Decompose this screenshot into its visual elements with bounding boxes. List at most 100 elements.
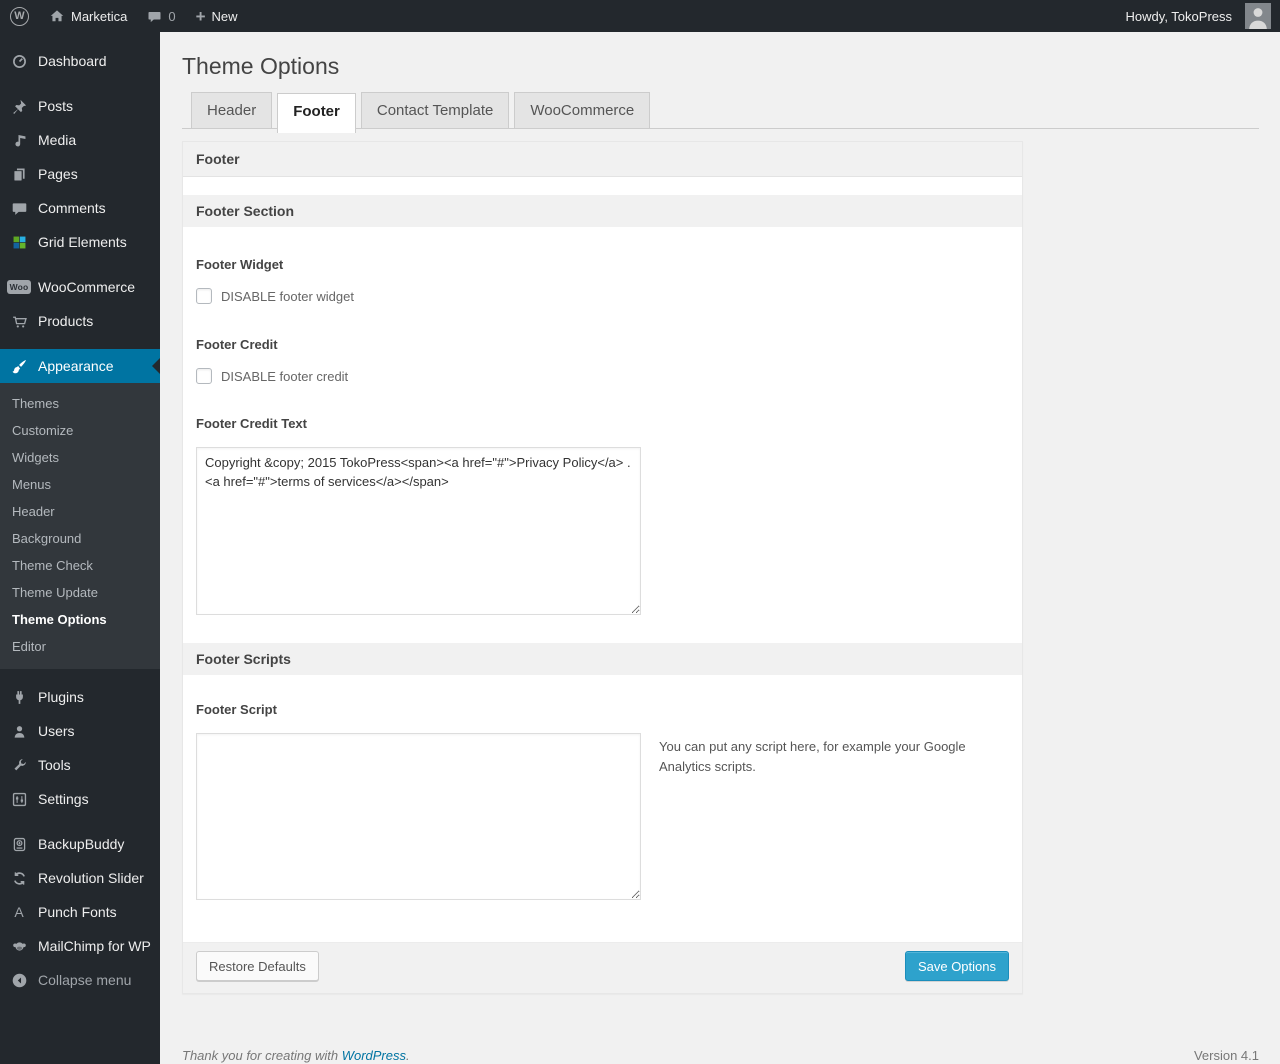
sidebar-item-label: Punch Fonts	[38, 904, 117, 920]
version-label: Version 4.1	[1193, 1048, 1259, 1063]
submenu-item-header[interactable]: Header	[0, 498, 160, 525]
sidebar-item-tools[interactable]: Tools	[0, 748, 160, 782]
sidebar-item-label: BackupBuddy	[38, 836, 125, 852]
mailchimp-icon	[0, 938, 38, 955]
new-content-menu[interactable]: + New	[186, 0, 248, 32]
thanks-suffix: .	[406, 1048, 410, 1063]
sidebar-item-label: Posts	[38, 98, 74, 114]
footer-credit-label: Footer Credit	[196, 337, 278, 352]
submenu-item-widgets[interactable]: Widgets	[0, 444, 160, 471]
submenu-item-editor[interactable]: Editor	[0, 633, 160, 660]
dashboard-icon	[0, 53, 38, 70]
footer-script-row: You can put any script here, for example…	[196, 733, 1009, 900]
sidebar-item-dashboard[interactable]: Dashboard	[0, 44, 160, 78]
woocommerce-icon: Woo	[0, 279, 38, 295]
admin-bar-right: Howdy, TokoPress	[1116, 0, 1280, 32]
footer-thanks: Thank you for creating with WordPress.	[182, 1048, 410, 1063]
panel-body: Footer Widget DISABLE footer widget Foot…	[183, 257, 1022, 942]
sidebar-item-backupbuddy[interactable]: BackupBuddy	[0, 827, 160, 861]
sidebar-item-label: WooCommerce	[38, 279, 135, 295]
footer-credit-text-textarea[interactable]: Copyright &copy; 2015 TokoPress<span><a …	[196, 447, 641, 615]
sidebar-item-comments[interactable]: Comments	[0, 191, 160, 225]
panel-title: Footer	[183, 142, 1022, 177]
admin-bar: W Marketica 0 + New Howdy, TokoPress	[0, 0, 1280, 32]
plus-icon: +	[195, 6, 206, 26]
comment-count-badge: 0	[168, 8, 176, 24]
tab-header[interactable]: Header	[191, 92, 273, 128]
admin-bar-left: W Marketica 0 + New	[0, 0, 248, 32]
wordpress-logo-icon: W	[10, 6, 29, 26]
page-title: Theme Options	[182, 53, 340, 79]
site-name-link[interactable]: Marketica	[39, 0, 137, 32]
sidebar-item-plugins[interactable]: Plugins	[0, 680, 160, 714]
submenu-item-background[interactable]: Background	[0, 525, 160, 552]
panel-gap	[183, 177, 1022, 195]
disable-footer-widget-checkbox[interactable]	[196, 288, 212, 304]
home-icon	[49, 8, 65, 24]
sidebar-item-label: Settings	[38, 791, 89, 807]
revolution-slider-icon	[0, 870, 38, 887]
appearance-submenu: Themes Customize Widgets Menus Header Ba…	[0, 383, 160, 669]
settings-icon	[0, 791, 38, 808]
sidebar-item-label: Grid Elements	[38, 234, 127, 250]
wordpress-logo-menu[interactable]: W	[0, 0, 39, 32]
admin-menu: Dashboard Posts Media Pages Comments Gri…	[0, 32, 160, 1064]
sidebar-item-punch-fonts[interactable]: A Punch Fonts	[0, 895, 160, 929]
sidebar-item-users[interactable]: Users	[0, 714, 160, 748]
sidebar-item-revolution-slider[interactable]: Revolution Slider	[0, 861, 160, 895]
footer-credit-text-label: Footer Credit Text	[196, 416, 307, 431]
submenu-item-theme-update[interactable]: Theme Update	[0, 579, 160, 606]
footer-scripts-header: Footer Scripts	[183, 643, 1022, 675]
site-name-label: Marketica	[71, 8, 128, 24]
disable-footer-credit-label: DISABLE footer credit	[221, 368, 349, 384]
punch-fonts-icon: A	[14, 904, 24, 920]
my-account-menu[interactable]: Howdy, TokoPress	[1116, 0, 1280, 32]
thanks-prefix: Thank you for creating with	[182, 1048, 342, 1063]
sidebar-item-pages[interactable]: Pages	[0, 157, 160, 191]
theme-options-panel: Footer Footer Section Footer Widget DISA…	[182, 141, 1023, 994]
plugins-icon	[0, 689, 38, 706]
sidebar-item-label: Pages	[38, 166, 78, 182]
restore-defaults-button[interactable]: Restore Defaults	[196, 951, 319, 981]
sidebar-item-woocommerce[interactable]: Woo WooCommerce	[0, 270, 160, 304]
submenu-item-menus[interactable]: Menus	[0, 471, 160, 498]
sidebar-item-posts[interactable]: Posts	[0, 89, 160, 123]
disable-footer-credit-row: DISABLE footer credit	[196, 368, 1009, 384]
sidebar-item-appearance[interactable]: Appearance	[0, 349, 160, 383]
avatar	[1245, 3, 1271, 29]
howdy-label: Howdy, TokoPress	[1125, 8, 1232, 24]
collapse-icon	[0, 972, 38, 989]
sidebar-item-label: Dashboard	[38, 53, 107, 69]
sidebar-item-label: Plugins	[38, 689, 84, 705]
sidebar-item-products[interactable]: Products	[0, 304, 160, 338]
sidebar-item-label: Users	[38, 723, 75, 739]
submenu-item-themes[interactable]: Themes	[0, 390, 160, 417]
footer-script-textarea[interactable]	[196, 733, 641, 900]
media-icon	[0, 132, 38, 149]
sidebar-item-mailchimp[interactable]: MailChimp for WP	[0, 929, 160, 963]
sidebar-item-label: Revolution Slider	[38, 870, 144, 886]
disable-footer-widget-label: DISABLE footer widget	[221, 288, 354, 304]
tools-icon	[0, 757, 38, 774]
appearance-icon	[0, 358, 38, 375]
collapse-menu-button[interactable]: Collapse menu	[0, 963, 160, 997]
submenu-item-customize[interactable]: Customize	[0, 417, 160, 444]
pages-icon	[0, 166, 38, 183]
sidebar-item-label: Comments	[38, 200, 106, 216]
wordpress-link[interactable]: WordPress	[342, 1048, 406, 1063]
sidebar-item-settings[interactable]: Settings	[0, 782, 160, 816]
panel-footer: Restore Defaults Save Options	[183, 942, 1022, 993]
sidebar-item-grid-elements[interactable]: Grid Elements	[0, 225, 160, 259]
tab-woocommerce[interactable]: WooCommerce	[514, 92, 651, 128]
comments-adminbar-link[interactable]: 0	[137, 0, 185, 32]
grid-elements-icon	[0, 234, 38, 251]
nav-tab-bar: Header Footer Contact Template WooCommer…	[182, 92, 1259, 133]
submenu-item-theme-options[interactable]: Theme Options	[0, 606, 160, 633]
submenu-item-theme-check[interactable]: Theme Check	[0, 552, 160, 579]
save-options-button[interactable]: Save Options	[904, 951, 1009, 981]
disable-footer-credit-checkbox[interactable]	[196, 368, 212, 384]
tab-contact-template[interactable]: Contact Template	[360, 92, 510, 128]
tab-footer[interactable]: Footer	[277, 93, 356, 133]
sidebar-item-media[interactable]: Media	[0, 123, 160, 157]
new-label: New	[211, 8, 238, 24]
